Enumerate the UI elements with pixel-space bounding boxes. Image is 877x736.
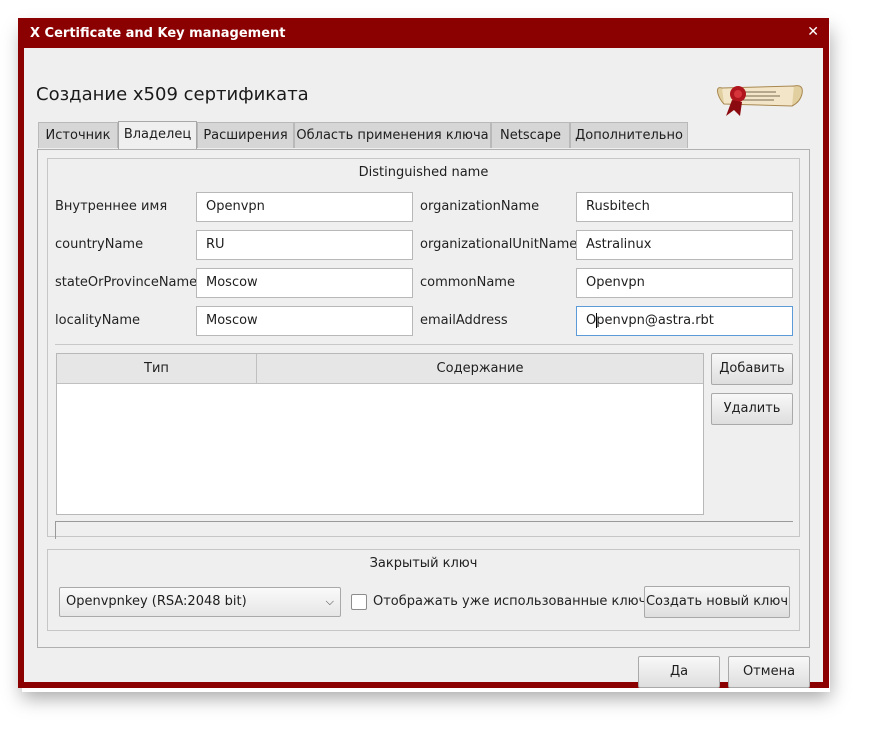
common-name-label: commonName: [420, 275, 515, 290]
state-input[interactable]: Moscow: [196, 268, 413, 298]
tab-advanced[interactable]: Дополнительно: [570, 122, 688, 148]
dialog-heading: Создание x509 сертификата: [36, 84, 309, 105]
close-icon[interactable]: ✕: [807, 24, 819, 40]
column-header-type[interactable]: Тип: [57, 354, 257, 384]
internal-name-label: Внутреннее имя: [55, 199, 168, 214]
tab-source[interactable]: Источник: [38, 122, 118, 148]
xca-scroll-logo-icon: [717, 85, 803, 116]
distinguished-name-group: Distinguished name Внутреннее имя Openvp…: [47, 158, 800, 539]
tab-owner[interactable]: Владелец: [118, 121, 197, 149]
dialog-client: Создание x509 сертификата Источник Владе…: [24, 48, 823, 688]
show-used-keys-checkbox[interactable]: [351, 594, 367, 610]
tab-key-usage[interactable]: Область применения ключа: [294, 122, 491, 148]
private-key-select[interactable]: Openvpnkey (RSA:2048 bit) ⌵: [59, 587, 341, 617]
country-name-input[interactable]: RU: [196, 230, 413, 260]
cancel-button[interactable]: Отмена: [728, 656, 810, 688]
email-address-label: emailAddress: [420, 313, 508, 328]
chevron-down-icon: ⌵: [325, 595, 334, 608]
organizational-unit-input[interactable]: Astralinux: [576, 230, 793, 260]
common-name-input[interactable]: Openvpn: [576, 268, 793, 298]
ok-button[interactable]: Да: [638, 656, 720, 688]
column-header-content[interactable]: Содержание: [257, 354, 703, 384]
remove-button[interactable]: Удалить: [711, 393, 793, 425]
status-strip: [55, 521, 793, 539]
title-bar[interactable]: X Certificate and Key management ✕: [18, 18, 829, 48]
window-title: X Certificate and Key management: [30, 26, 286, 41]
extra-dn-table[interactable]: Тип Содержание: [56, 353, 704, 515]
locality-label: localityName: [55, 313, 141, 328]
distinguished-name-title: Distinguished name: [358, 165, 489, 180]
dialog-window: X Certificate and Key management ✕ Созда…: [18, 18, 829, 688]
tab-extensions[interactable]: Расширения: [197, 122, 294, 148]
add-button[interactable]: Добавить: [711, 353, 793, 385]
email-address-input[interactable]: Openvpn@astra.rbt: [576, 306, 793, 336]
email-text-end: penvpn@astra.rbt: [596, 313, 714, 328]
organization-name-input[interactable]: Rusbitech: [576, 192, 793, 222]
state-label: stateOrProvinceName: [55, 275, 198, 290]
organization-name-label: organizationName: [420, 199, 540, 214]
email-text-start: O: [586, 313, 597, 328]
organizational-unit-label: organizationalUnitName: [420, 237, 578, 252]
private-key-title: Закрытый ключ: [369, 556, 478, 571]
private-key-group: Закрытый ключ Openvpnkey (RSA:2048 bit) …: [47, 549, 800, 631]
generate-key-button[interactable]: Создать новый ключ: [644, 586, 790, 618]
owner-tab-panel: Distinguished name Внутреннее имя Openvp…: [37, 149, 810, 648]
internal-name-input[interactable]: Openvpn: [196, 192, 413, 222]
separator: [55, 344, 793, 345]
country-name-label: countryName: [55, 237, 144, 252]
tab-netscape[interactable]: Netscape: [491, 122, 570, 148]
private-key-selected-value: Openvpnkey (RSA:2048 bit): [66, 594, 247, 609]
show-used-keys-label[interactable]: Отображать уже использованные ключи: [373, 594, 655, 609]
locality-input[interactable]: Moscow: [196, 306, 413, 336]
